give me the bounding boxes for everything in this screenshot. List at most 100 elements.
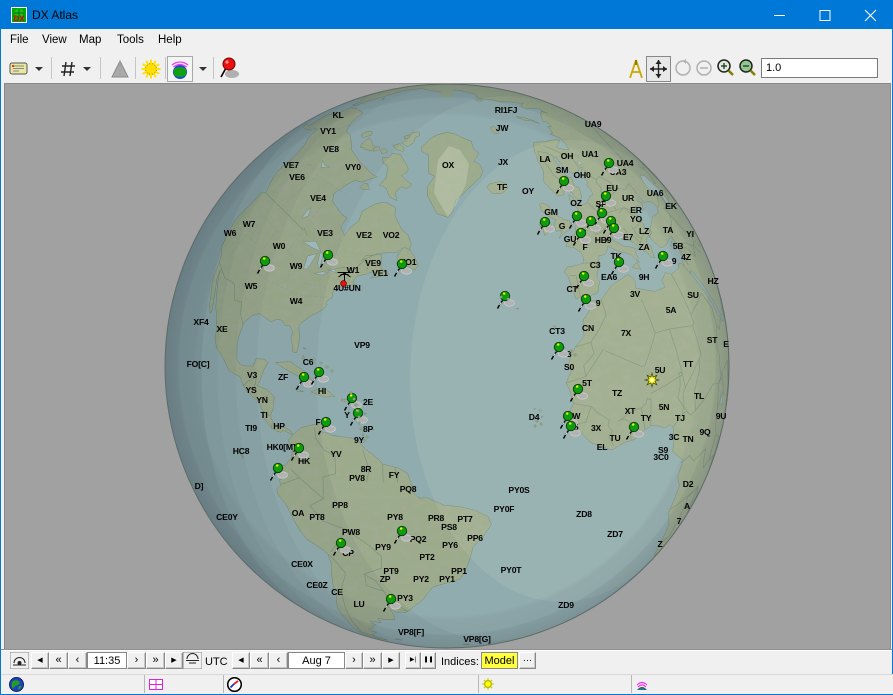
- svg-text:CE: CE: [331, 587, 343, 597]
- svg-text:W9: W9: [290, 261, 303, 271]
- svg-text:TI9: TI9: [245, 423, 257, 433]
- svg-text:FY: FY: [389, 470, 400, 480]
- svg-text:UA9: UA9: [585, 119, 602, 129]
- svg-text:VE8: VE8: [323, 144, 339, 154]
- svg-text:TF: TF: [497, 182, 507, 192]
- svg-text:VY0: VY0: [345, 162, 361, 172]
- svg-text:W5: W5: [245, 281, 258, 291]
- svg-text:KL: KL: [332, 110, 343, 120]
- svg-text:9Y: 9Y: [354, 435, 365, 445]
- svg-text:VE4: VE4: [310, 193, 326, 203]
- svg-text:ZP: ZP: [380, 574, 391, 584]
- svg-text:9H: 9H: [639, 272, 650, 282]
- svg-text:TU: TU: [609, 433, 620, 443]
- svg-text:SM: SM: [556, 165, 569, 175]
- svg-text:PY8: PY8: [387, 512, 403, 522]
- svg-text:E7: E7: [623, 232, 634, 242]
- svg-text:V3: V3: [247, 370, 258, 380]
- svg-text:PY3: PY3: [397, 593, 413, 603]
- svg-text:PQ8: PQ8: [400, 484, 417, 494]
- svg-text:VE6: VE6: [289, 172, 305, 182]
- svg-text:5N: 5N: [659, 402, 670, 412]
- svg-text:CT: CT: [566, 284, 578, 294]
- svg-text:PP6: PP6: [467, 533, 483, 543]
- svg-text:PW8: PW8: [342, 527, 360, 537]
- svg-text:PP8: PP8: [332, 500, 348, 510]
- svg-text:VP8[F]: VP8[F]: [398, 627, 424, 637]
- svg-text:PV8: PV8: [349, 473, 365, 483]
- svg-text:PY0F: PY0F: [494, 504, 515, 514]
- svg-text:VO2: VO2: [383, 230, 400, 240]
- svg-text:FO[C]: FO[C]: [187, 359, 210, 369]
- svg-text:Y: Y: [344, 410, 350, 420]
- svg-text:OH0: OH0: [573, 170, 590, 180]
- svg-text:3X: 3X: [591, 423, 602, 433]
- svg-text:PY2: PY2: [413, 574, 429, 584]
- svg-text:Z: Z: [657, 539, 662, 549]
- svg-text:VE9: VE9: [365, 258, 381, 268]
- svg-text:VE7: VE7: [283, 160, 299, 170]
- svg-text:UA6: UA6: [647, 188, 664, 198]
- svg-text:7: 7: [677, 516, 682, 526]
- svg-text:CE0Z: CE0Z: [306, 580, 327, 590]
- svg-text:RI1FJ: RI1FJ: [495, 105, 518, 115]
- svg-text:W7: W7: [243, 219, 256, 229]
- svg-text:ZF: ZF: [278, 372, 288, 382]
- svg-text:CE0X: CE0X: [291, 559, 313, 569]
- svg-text:OZ: OZ: [570, 198, 582, 208]
- svg-text:PY6: PY6: [442, 540, 458, 550]
- svg-text:9: 9: [672, 256, 677, 266]
- svg-text:5U: 5U: [655, 365, 666, 375]
- svg-text:YO: YO: [630, 214, 643, 224]
- svg-text:VE3: VE3: [317, 228, 333, 238]
- svg-text:TA: TA: [663, 225, 673, 235]
- svg-text:D]: D]: [195, 481, 204, 491]
- svg-text:LA: LA: [539, 154, 550, 164]
- svg-text:TI: TI: [260, 410, 267, 420]
- svg-text:OH: OH: [561, 151, 574, 161]
- svg-text:5A: 5A: [666, 305, 677, 315]
- svg-text:ZD9: ZD9: [558, 600, 574, 610]
- svg-text:ST: ST: [707, 335, 719, 345]
- svg-text:VE1: VE1: [372, 268, 388, 278]
- svg-text:PY0S: PY0S: [508, 485, 530, 495]
- svg-text:YS: YS: [245, 385, 257, 395]
- svg-text:PP1: PP1: [451, 566, 467, 576]
- svg-text:W1: W1: [347, 265, 360, 275]
- svg-text:W4: W4: [290, 296, 303, 306]
- svg-text:2E: 2E: [363, 397, 374, 407]
- svg-text:9: 9: [596, 298, 601, 308]
- svg-text:UR: UR: [622, 193, 635, 203]
- svg-text:5B: 5B: [673, 241, 684, 251]
- svg-text:XE: XE: [216, 324, 228, 334]
- svg-text:TT: TT: [683, 359, 694, 369]
- svg-text:EA6: EA6: [601, 272, 618, 282]
- svg-text:9Q: 9Q: [699, 427, 711, 437]
- svg-text:EK: EK: [665, 201, 678, 211]
- svg-text:3C: 3C: [669, 432, 680, 442]
- svg-text:PY9: PY9: [375, 542, 391, 552]
- svg-text:YV: YV: [330, 449, 342, 459]
- svg-text:JW: JW: [496, 123, 510, 133]
- svg-text:TZ: TZ: [612, 388, 622, 398]
- svg-text:HZ: HZ: [707, 276, 718, 286]
- svg-text:CE0Y: CE0Y: [216, 512, 238, 522]
- svg-text:W0: W0: [273, 241, 286, 251]
- svg-text:5T: 5T: [582, 378, 593, 388]
- svg-text:GM: GM: [544, 207, 557, 217]
- svg-text:LU: LU: [353, 599, 364, 609]
- svg-text:LZ: LZ: [639, 226, 649, 236]
- svg-text:F: F: [315, 417, 320, 427]
- svg-text:VY1: VY1: [320, 126, 336, 136]
- svg-text:PQ2: PQ2: [410, 534, 427, 544]
- svg-text:C6: C6: [303, 357, 314, 367]
- svg-text:3V: 3V: [630, 289, 641, 299]
- svg-text:E: E: [723, 339, 729, 349]
- svg-text:TL: TL: [694, 391, 704, 401]
- svg-text:YN: YN: [256, 395, 268, 405]
- svg-text:EL: EL: [597, 442, 608, 452]
- svg-text:HI: HI: [318, 386, 326, 396]
- svg-text:C3: C3: [590, 260, 601, 270]
- svg-text:8P: 8P: [363, 424, 374, 434]
- svg-text:CT3: CT3: [549, 326, 565, 336]
